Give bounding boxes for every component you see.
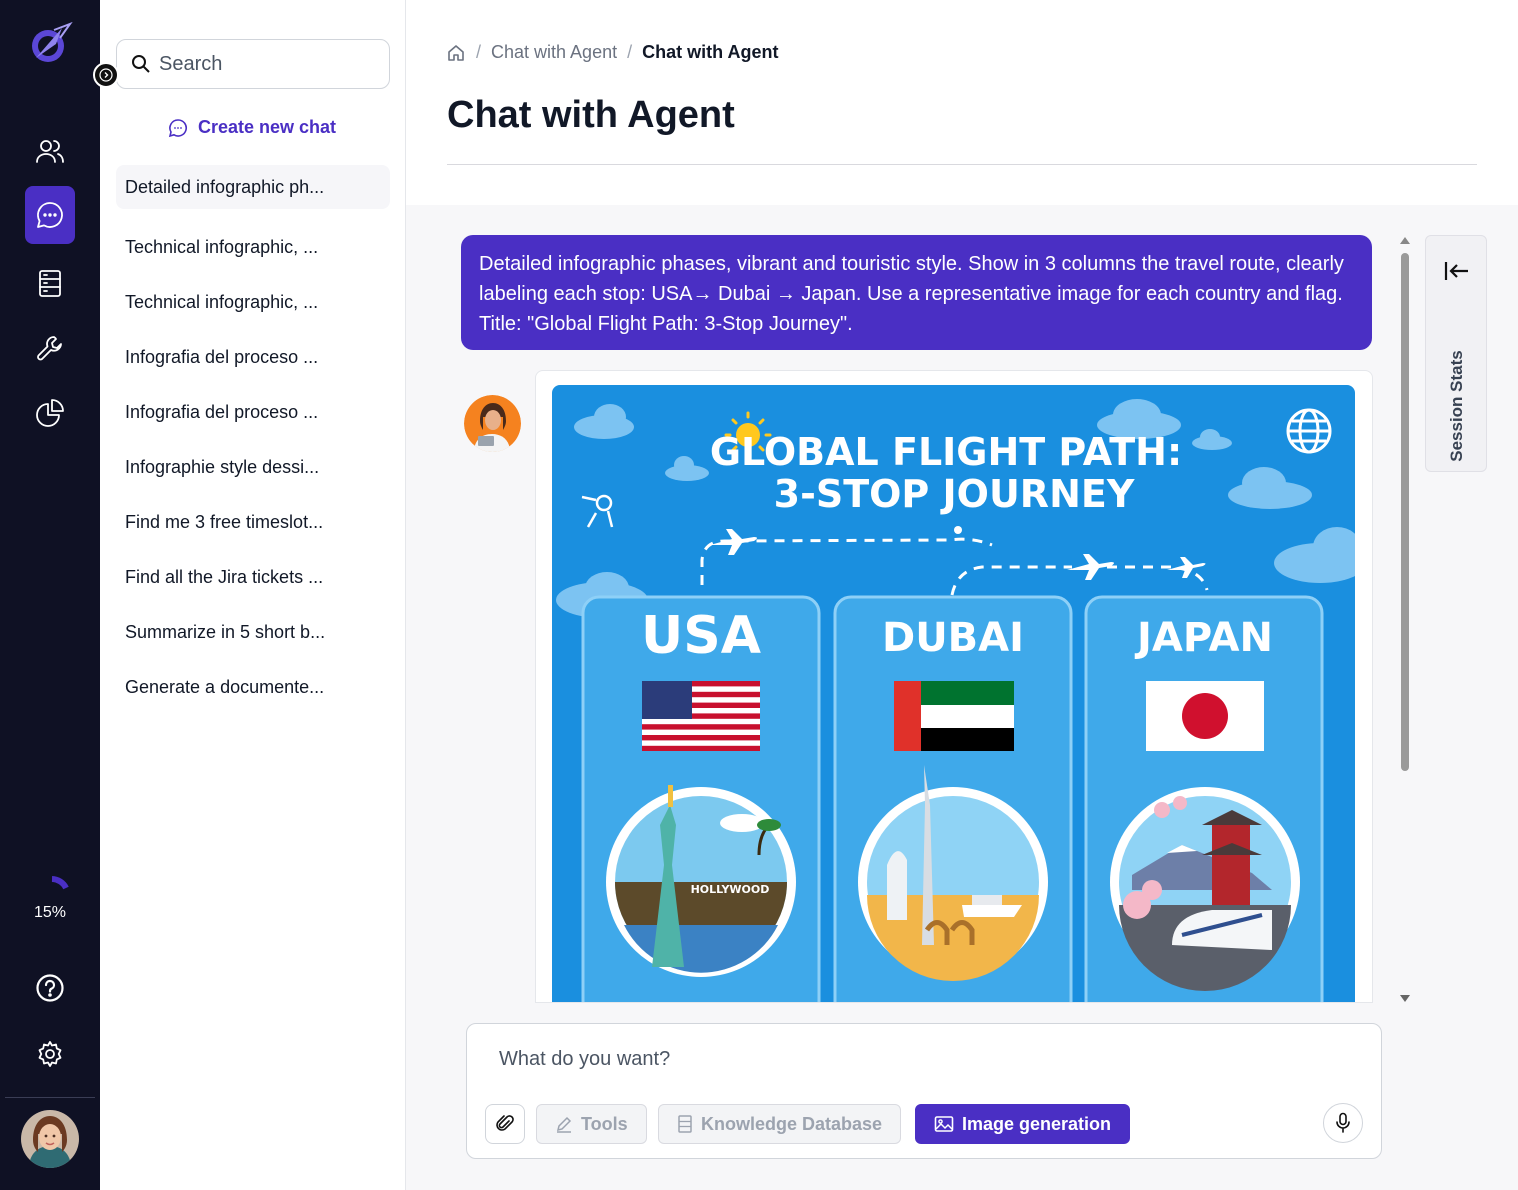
session-stats-label: Session Stats bbox=[1447, 350, 1466, 462]
chat-history-item[interactable]: Summarize in 5 short b... bbox=[116, 605, 390, 660]
paperclip-icon bbox=[496, 1115, 514, 1131]
nav-chat[interactable] bbox=[25, 186, 75, 244]
nav-database[interactable] bbox=[25, 254, 75, 312]
image-generation-label: Image generation bbox=[962, 1113, 1112, 1134]
breadcrumb-separator: / bbox=[627, 42, 633, 62]
usage-percent: 15% bbox=[33, 904, 67, 921]
database-icon bbox=[39, 270, 61, 297]
japan-flag-icon bbox=[1146, 681, 1264, 751]
database-icon bbox=[678, 1115, 692, 1133]
wrench-icon bbox=[37, 336, 62, 361]
rail-divider bbox=[5, 1097, 95, 1098]
search-icon bbox=[132, 55, 150, 73]
chat-history-item[interactable]: Infografia del proceso ... bbox=[116, 330, 390, 385]
chat-history-item[interactable]: Infografia del proceso ... bbox=[116, 385, 390, 440]
chat-history-item[interactable]: Infographie style dessi... bbox=[116, 440, 390, 495]
chat-history-list: Detailed infographic ph... Technical inf… bbox=[116, 165, 390, 715]
nav-rail: 15% bbox=[0, 0, 100, 1190]
stop-label-usa: USA bbox=[641, 606, 761, 666]
knowledge-database-button[interactable]: Knowledge Database bbox=[658, 1104, 902, 1144]
settings-button[interactable] bbox=[25, 1025, 75, 1083]
generated-image[interactable]: GLOBAL FLIGHT PATH: 3-STOP JOURNEY USA D… bbox=[552, 385, 1355, 1002]
help-button[interactable] bbox=[25, 959, 75, 1017]
message-input[interactable] bbox=[499, 1048, 1319, 1082]
hollywood-sign: HOLLYWOOD bbox=[691, 883, 770, 896]
agent-avatar bbox=[464, 395, 521, 452]
search-input[interactable] bbox=[159, 52, 379, 76]
breadcrumb-separator: / bbox=[476, 42, 482, 62]
scroll-up-arrow[interactable] bbox=[1400, 237, 1410, 244]
chevron-right-icon bbox=[99, 68, 113, 82]
stop-label-dubai: DUBAI bbox=[882, 615, 1024, 661]
chat-history-item[interactable]: Find me 3 free timeslot... bbox=[116, 495, 390, 550]
message-composer: Tools Knowledge Database Image generatio… bbox=[466, 1023, 1382, 1159]
chat-sidebar: Create new chat Detailed infographic ph.… bbox=[100, 0, 406, 1190]
user-message-bubble: Detailed infographic phases, vibrant and… bbox=[461, 235, 1372, 350]
app-logo[interactable] bbox=[26, 20, 74, 68]
usage-meter: 15% bbox=[22, 876, 78, 922]
chat-area: Detailed infographic phases, vibrant and… bbox=[406, 205, 1518, 1190]
session-stats-panel[interactable]: Session Stats bbox=[1425, 235, 1487, 472]
attach-button[interactable] bbox=[485, 1104, 525, 1144]
breadcrumb-parent[interactable]: Chat with Agent bbox=[491, 42, 617, 63]
breadcrumb-current: Chat with Agent bbox=[642, 42, 779, 62]
search-box[interactable] bbox=[116, 39, 390, 89]
image-icon bbox=[934, 1116, 954, 1132]
chat-scrollbar[interactable] bbox=[1399, 237, 1411, 1002]
create-new-chat-label: Create new chat bbox=[198, 117, 337, 137]
infographic-title-line2: 3-STOP JOURNEY bbox=[774, 472, 1135, 516]
chat-history-item[interactable]: Find all the Jira tickets ... bbox=[116, 550, 390, 605]
usage-ring bbox=[51, 876, 69, 890]
user-avatar[interactable] bbox=[21, 1110, 79, 1168]
main-panel: / Chat with Agent / Chat with Agent Chat… bbox=[406, 0, 1518, 1190]
infographic-title-line1: GLOBAL FLIGHT PATH: bbox=[710, 430, 1182, 474]
page-title: Chat with Agent bbox=[447, 94, 735, 136]
nav-analytics[interactable] bbox=[25, 384, 75, 442]
chat-history-item[interactable]: Detailed infographic ph... bbox=[116, 165, 390, 209]
pencil-icon bbox=[556, 1116, 572, 1133]
agent-response-card: GLOBAL FLIGHT PATH: 3-STOP JOURNEY USA D… bbox=[535, 370, 1373, 1003]
nav-agents[interactable] bbox=[25, 122, 75, 180]
microphone-button[interactable] bbox=[1323, 1103, 1363, 1143]
pie-chart-icon bbox=[36, 399, 64, 427]
chat-icon bbox=[37, 202, 63, 228]
scroll-thumb[interactable] bbox=[1401, 253, 1409, 771]
gear-icon bbox=[38, 1041, 62, 1067]
chat-history-item[interactable]: Technical infographic, ... bbox=[116, 220, 390, 275]
chat-history-item[interactable]: Generate a documente... bbox=[116, 660, 390, 715]
microphone-icon bbox=[1336, 1112, 1350, 1133]
nav-tools[interactable] bbox=[25, 319, 75, 377]
knowledge-database-label: Knowledge Database bbox=[701, 1113, 883, 1134]
chat-bubble-icon bbox=[168, 118, 187, 137]
title-divider bbox=[447, 164, 1477, 165]
tools-label: Tools bbox=[581, 1113, 628, 1134]
usa-flag-icon bbox=[642, 681, 760, 751]
stop-label-japan: JAPAN bbox=[1134, 615, 1273, 661]
breadcrumb: / Chat with Agent / Chat with Agent bbox=[446, 42, 778, 63]
sidebar-toggle-button[interactable] bbox=[93, 62, 119, 88]
chat-history-item[interactable]: Technical infographic, ... bbox=[116, 275, 390, 330]
scroll-down-arrow[interactable] bbox=[1400, 995, 1410, 1002]
users-icon bbox=[36, 140, 64, 163]
uae-flag-icon bbox=[894, 681, 1014, 751]
create-new-chat-button[interactable]: Create new chat bbox=[168, 117, 336, 138]
image-generation-button[interactable]: Image generation bbox=[915, 1104, 1131, 1144]
collapse-left-icon[interactable] bbox=[1441, 256, 1471, 286]
tools-button[interactable]: Tools bbox=[536, 1104, 647, 1144]
home-icon[interactable] bbox=[446, 43, 466, 63]
help-icon bbox=[36, 974, 64, 1002]
